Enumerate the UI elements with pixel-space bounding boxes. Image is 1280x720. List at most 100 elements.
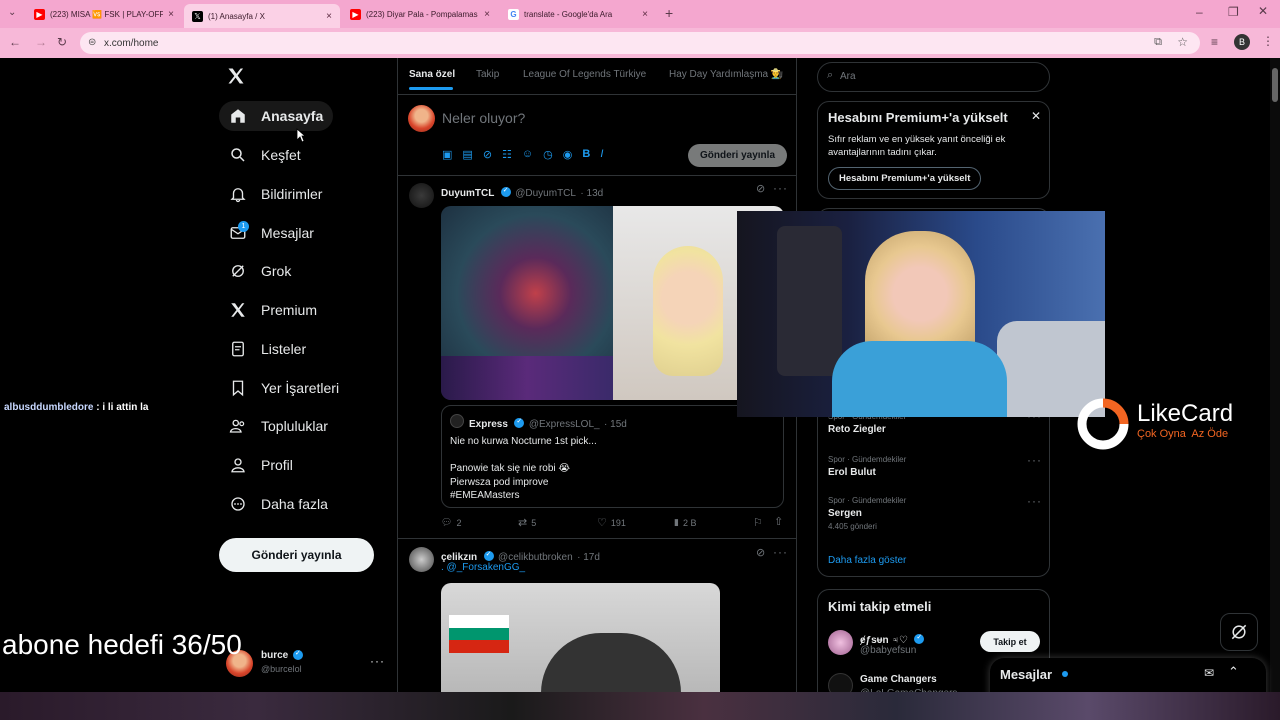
tab-following[interactable]: Takip [476,69,499,80]
browser-tab-3[interactable]: ▶ (223) Diyar Pala - Pompalamas × [342,4,498,24]
nav-home[interactable]: Anasayfa [219,101,334,131]
address-bar[interactable]: ⊜ x.com/home ⧉ ☆ [80,32,1200,54]
browser-tab-2[interactable]: 𝕏 (1) Anasayfa / X × [184,4,340,28]
like-button[interactable]: ♡ 191 [597,516,626,529]
person-icon [231,458,245,473]
tweet-author[interactable]: DuyumTCL [441,188,494,199]
close-icon[interactable]: × [326,11,332,22]
reload-icon[interactable]: ↻ [57,35,67,49]
more-dots-icon[interactable]: ··· [1027,494,1042,508]
minimize-icon[interactable]: – [1196,5,1203,19]
compose-avatar [408,105,435,132]
install-icon[interactable]: ⧉ [1154,36,1162,49]
trend-item[interactable]: Spor · Gündemdekiler Erol Bulut [828,455,906,478]
x-logo-icon[interactable] [226,66,246,91]
poll-icon[interactable]: ☷ [502,148,512,161]
chair-image [777,226,842,376]
close-icon[interactable]: × [484,9,490,20]
scrollbar[interactable] [1270,58,1280,692]
tweet-avatar[interactable] [409,547,434,572]
grok-float-button[interactable] [1220,613,1258,651]
tweet-text[interactable]: . @_ForsakenGG_ [441,562,525,573]
compose-input[interactable]: Neler oluyor? [442,110,525,126]
grok-icon[interactable]: ⊘ [756,182,765,195]
more-dots-icon[interactable]: ··· [773,545,788,559]
image-icon[interactable]: ▣ [442,148,452,161]
maximize-icon[interactable]: ❐ [1228,5,1239,19]
site-info-icon[interactable]: ⊜ [88,37,96,48]
close-window-icon[interactable]: ✕ [1258,4,1268,18]
close-icon[interactable]: ✕ [1031,109,1041,123]
bold-icon[interactable]: B [582,148,590,161]
follow-button[interactable]: Takip et [980,631,1040,652]
emoji-icon[interactable]: ☺ [522,148,533,161]
more-dots-icon[interactable]: ··· [370,654,385,668]
tab-lol-turkiye[interactable]: League Of Legends Türkiye [523,69,646,80]
location-icon[interactable]: ◉ [563,148,573,161]
more-dots-icon[interactable]: ··· [773,181,788,195]
quote-hashtag[interactable]: #EMEAMasters [450,489,597,503]
grok-icon[interactable]: ⊘ [483,148,492,161]
compose-post-button[interactable]: Gönderi yayınla [688,144,787,167]
scrollbar-thumb[interactable] [1272,68,1278,102]
active-tab-indicator [409,87,453,90]
tweet-handle[interactable]: @DuyumTCL [515,188,576,199]
tweet-media[interactable] [441,206,784,400]
premium-button[interactable]: Hesabını Premium+'a yükselt [828,167,982,190]
views-button[interactable]: ▮ 2 B [674,517,696,528]
tweet-time[interactable]: · 13d [580,188,603,199]
browser-tab-4[interactable]: G translate - Google'da Ara × [500,4,656,24]
more-dots-icon[interactable]: ··· [1027,453,1042,467]
follow-name[interactable]: Game Changers [860,674,937,685]
tab-hayday[interactable]: Hay Day Yardımlaşma 👨‍🌾 [669,69,783,80]
nav-lists[interactable]: Listeler [219,334,316,364]
who-to-follow-title: Kimi takip etmeli [828,599,932,614]
nav-bookmarks[interactable]: Yer İşaretleri [219,373,349,403]
bookmark-icon[interactable]: ⚐ [753,516,763,529]
post-button[interactable]: Gönderi yayınla [219,538,374,572]
share-icon[interactable]: ⇧ [774,515,783,528]
account-handle: @burcelol [261,664,302,674]
profile-avatar[interactable]: B [1234,34,1250,50]
account-switcher[interactable]: burce @burcelol ··· [226,648,386,680]
nav-notifications[interactable]: Bildirimler [219,179,332,209]
heart-icon: ♡ [597,517,607,529]
italic-icon[interactable]: I [600,148,603,161]
close-icon[interactable]: × [168,9,174,20]
close-icon[interactable]: × [642,9,648,20]
tab-for-you[interactable]: Sana özel [409,69,455,80]
compose-toolbar: ▣ ▤ ⊘ ☷ ☺ ◷ ◉ B I [442,148,603,161]
schedule-icon[interactable]: ◷ [543,148,553,161]
nav-profile[interactable]: Profil [219,450,303,480]
forward-icon[interactable]: → [35,35,47,49]
nav-messages[interactable]: 1 Mesajlar [219,218,324,248]
chat-text: : i li attin la [96,402,149,413]
nav-more[interactable]: Daha fazla [219,489,338,519]
tab-list-icon[interactable]: ⌄ [8,7,16,18]
repost-button[interactable]: ⇄ 5 [518,516,536,529]
tweet-time[interactable]: · 17d [577,552,600,563]
show-more-link[interactable]: Daha fazla göster [828,555,906,566]
star-icon[interactable]: ☆ [1177,35,1188,49]
follow-avatar[interactable] [828,630,853,655]
new-tab-icon[interactable]: + [665,5,673,21]
quoted-tweet[interactable]: Express @ExpressLOL_ · 15d Nie no kurwa … [441,405,784,508]
nav-communities[interactable]: Topluluklar [219,411,338,441]
search-input[interactable]: ⌕ Ara [817,62,1050,92]
browser-tab-1[interactable]: ▶ (223) MISA 🆚 FSK | PLAY-OFF × [26,4,182,24]
nav-premium[interactable]: Premium [219,295,327,325]
back-icon[interactable]: ← [9,35,21,49]
kebab-menu-icon[interactable]: ⋮ [1262,34,1274,48]
nav-label: Bildirimler [261,186,323,202]
new-message-icon[interactable]: ✉ [1204,666,1214,680]
trend-name: Reto Ziegler [828,424,886,435]
tweet-avatar[interactable] [409,183,434,208]
reply-button[interactable]: 💬︎ 2 [441,517,461,528]
nav-grok[interactable]: Grok [219,256,301,286]
expand-icon[interactable]: ⌃ [1228,664,1239,680]
grok-icon[interactable]: ⊘ [756,546,765,559]
gif-icon[interactable]: ▤ [462,148,472,161]
trend-item[interactable]: Spor · Gündemdekiler Sergen 4.405 gönder… [828,496,906,531]
people-icon [229,419,245,433]
menu-lines-icon[interactable]: ≡ [1211,35,1218,49]
